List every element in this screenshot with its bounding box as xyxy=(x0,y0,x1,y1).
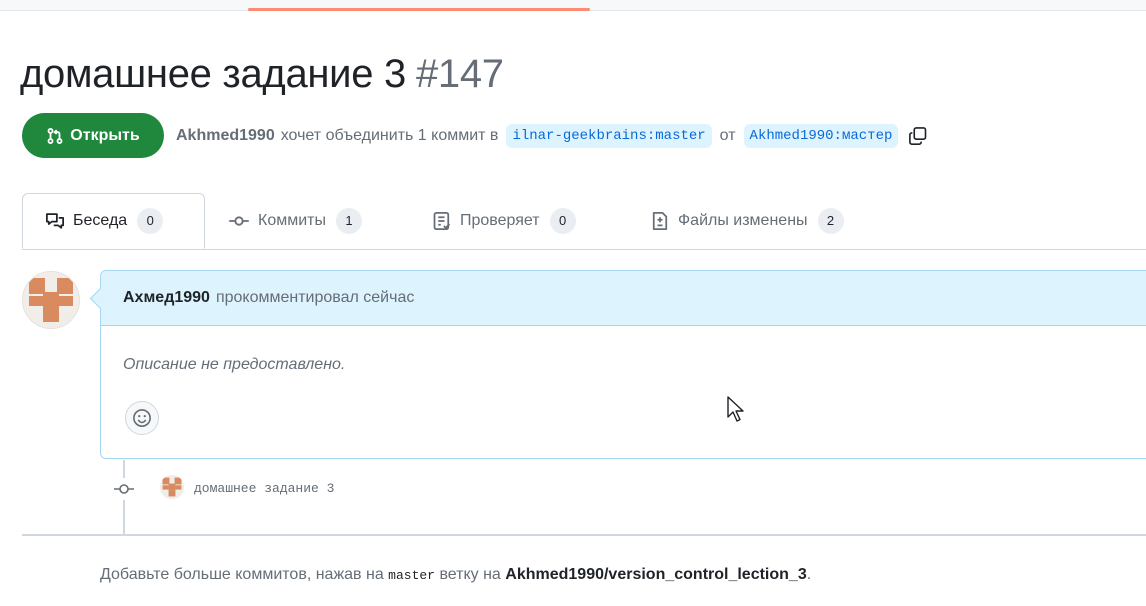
active-nav-underline xyxy=(248,8,590,11)
comment-body: Описание не предоставлено. xyxy=(123,356,346,373)
comment-box: Ахмед1990 прокомментировал сейчас Описан… xyxy=(100,270,1146,459)
commit-message-link[interactable]: домашнее задание 3 xyxy=(194,481,334,496)
tab-label: Файлы изменены xyxy=(678,212,808,229)
footer-middle: ветку на xyxy=(439,566,501,583)
footer-repo-link[interactable]: Akhmed1990/version_control_lection_3 xyxy=(505,566,806,583)
smiley-icon xyxy=(133,409,151,427)
copy-icon[interactable] xyxy=(908,126,928,146)
tab-label: Коммиты xyxy=(258,212,326,229)
page-title: домашнее задание 3 #147 xyxy=(20,52,504,97)
avatar[interactable] xyxy=(22,271,80,329)
merge-action-text: хочет объединить 1 коммит в xyxy=(280,127,499,144)
footer-suffix: . xyxy=(806,566,812,583)
pr-tabs: Беседа 0 Коммиты 1 Проверяет 0 Файлы изм… xyxy=(22,193,1146,250)
status-label: Открыть xyxy=(70,126,140,144)
commit-author-avatar[interactable] xyxy=(160,475,184,499)
author-link[interactable]: Akhmed1990 xyxy=(176,127,275,145)
status-badge: Открыть xyxy=(22,113,164,158)
footer-hint: Добавьте больше коммитов, нажав на maste… xyxy=(100,566,811,584)
commit-icon xyxy=(112,478,136,500)
tab-checks[interactable]: Проверяет 0 xyxy=(432,193,576,249)
comment-action: прокомментировал сейчас xyxy=(215,289,415,306)
base-branch-link[interactable]: ilnar-geekbrains:master xyxy=(506,124,712,148)
footer-branch: master xyxy=(388,568,435,583)
tab-counter: 0 xyxy=(137,208,164,234)
pr-number: #147 xyxy=(415,52,504,96)
pr-meta: Akhmed1990 хочет объединить 1 коммит в i… xyxy=(176,123,928,149)
conversation-icon xyxy=(46,213,64,229)
add-reaction-button[interactable] xyxy=(125,401,159,435)
mouse-cursor-icon xyxy=(726,395,746,428)
commit-icon xyxy=(229,216,249,226)
top-nav-bar xyxy=(0,0,1146,11)
footer-prefix: Добавьте больше коммитов, нажав на xyxy=(100,566,384,583)
tab-files-changed[interactable]: Файлы изменены 2 xyxy=(650,193,844,249)
pr-title: домашнее задание 3 xyxy=(20,52,406,96)
tab-conversation[interactable]: Беседа 0 xyxy=(22,193,205,249)
head-branch-link[interactable]: Akhmed1990:мастер xyxy=(743,124,899,148)
file-diff-icon xyxy=(652,212,668,230)
tab-counter: 2 xyxy=(817,208,844,234)
comment-header: Ахмед1990 прокомментировал сейчас xyxy=(101,271,1146,326)
git-pull-request-icon xyxy=(47,127,63,144)
tab-counter: 1 xyxy=(335,208,362,234)
timeline-divider xyxy=(22,534,1146,536)
from-text: от xyxy=(719,127,736,144)
comment-author[interactable]: Ахмед1990 xyxy=(123,289,210,307)
checks-icon xyxy=(433,212,451,230)
tab-label: Беседа xyxy=(73,212,128,229)
tab-counter: 0 xyxy=(549,208,576,234)
tab-label: Проверяет xyxy=(460,212,540,229)
tab-commits[interactable]: Коммиты 1 xyxy=(228,193,362,249)
